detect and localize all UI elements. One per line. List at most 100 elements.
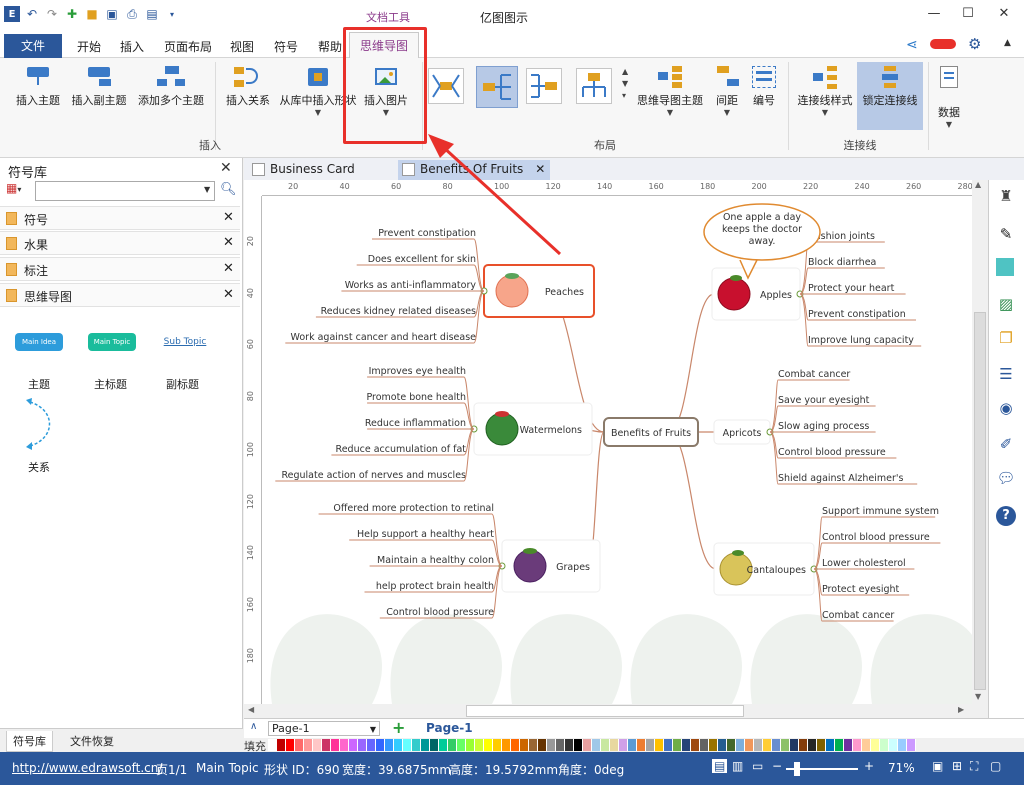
maximize-icon[interactable]: ☐ bbox=[958, 6, 978, 24]
fit-page-icon[interactable]: ▣ bbox=[932, 759, 943, 773]
palette-swatch[interactable] bbox=[781, 739, 790, 751]
palette-swatch[interactable] bbox=[574, 739, 583, 751]
palette-swatch[interactable] bbox=[889, 739, 898, 751]
palette-swatch[interactable] bbox=[646, 739, 655, 751]
layout-option-2[interactable] bbox=[476, 66, 518, 108]
doc-tab-business-card[interactable]: Business Card 16✕ bbox=[248, 160, 394, 195]
palette-swatch[interactable] bbox=[511, 739, 520, 751]
scroll-down-icon[interactable]: ▼ bbox=[975, 692, 981, 701]
chevron-down-icon[interactable]: ▼ bbox=[708, 108, 746, 117]
palette-swatch[interactable] bbox=[412, 739, 421, 751]
palette-swatch[interactable] bbox=[268, 739, 277, 751]
share-icon[interactable]: ⋖ bbox=[906, 37, 918, 53]
new-file-icon[interactable]: ✚ bbox=[64, 6, 80, 22]
palette-swatch[interactable] bbox=[673, 739, 682, 751]
layout-option-3[interactable] bbox=[526, 68, 562, 104]
library-item-symbols[interactable]: 符号 ✕ bbox=[0, 206, 240, 230]
mindmap-theme-button[interactable]: 思维导图主题 ▼ bbox=[634, 64, 706, 117]
palette-swatch[interactable] bbox=[430, 739, 439, 751]
palette-swatch[interactable] bbox=[754, 739, 763, 751]
insert-relation-button[interactable]: 插入关系 bbox=[222, 64, 274, 108]
palette-swatch[interactable] bbox=[700, 739, 709, 751]
layout-scroll-icon[interactable]: ▲ ▼ ▾ bbox=[622, 66, 628, 102]
collapse-ribbon-icon[interactable]: ▲ bbox=[1004, 38, 1011, 48]
close-icon[interactable]: ✕ bbox=[223, 235, 234, 250]
layout-option-1[interactable] bbox=[428, 68, 464, 104]
tab-file[interactable]: 文件 bbox=[4, 34, 62, 58]
layout-option-4[interactable] bbox=[576, 68, 612, 104]
palette-swatch[interactable] bbox=[484, 739, 493, 751]
palette-swatch[interactable] bbox=[844, 739, 853, 751]
palette-swatch[interactable] bbox=[790, 739, 799, 751]
relation-shape[interactable] bbox=[22, 396, 58, 452]
tab-view[interactable]: 视图 bbox=[230, 38, 254, 55]
palette-swatch[interactable] bbox=[655, 739, 664, 751]
zoom-slider-handle[interactable] bbox=[794, 762, 800, 776]
close-icon[interactable]: ✕ bbox=[223, 210, 234, 225]
page-list-icon[interactable]: ☰ bbox=[996, 364, 1016, 384]
palette-swatch[interactable] bbox=[520, 739, 529, 751]
palette-swatch[interactable] bbox=[493, 739, 502, 751]
palette-swatch[interactable] bbox=[610, 739, 619, 751]
palette-swatch[interactable] bbox=[691, 739, 700, 751]
palette-swatch[interactable] bbox=[466, 739, 475, 751]
zoom-out-icon[interactable]: − bbox=[772, 759, 782, 773]
drawing-canvas[interactable]: Benefits of Fruits Peaches Prevent constip… bbox=[262, 196, 972, 704]
palette-swatch[interactable] bbox=[718, 739, 727, 751]
palette-swatch[interactable] bbox=[835, 739, 844, 751]
scroll-up-icon[interactable]: ▲ bbox=[975, 180, 981, 189]
help-icon[interactable]: ? bbox=[996, 506, 1016, 526]
format-painter-icon[interactable]: ♜ bbox=[996, 186, 1016, 206]
numbering-button[interactable]: 编号 bbox=[748, 64, 780, 108]
close-icon[interactable]: ✕ bbox=[223, 261, 234, 276]
vertical-scroll-thumb[interactable] bbox=[974, 312, 986, 690]
palette-swatch[interactable] bbox=[295, 739, 304, 751]
palette-swatch[interactable] bbox=[547, 739, 556, 751]
close-icon[interactable]: ✕ bbox=[994, 6, 1014, 24]
data-button[interactable]: 数据 ▼ bbox=[934, 66, 964, 129]
add-multiple-topics-button[interactable]: 添加多个主题 bbox=[134, 64, 208, 108]
close-icon[interactable]: ✕ bbox=[223, 287, 234, 302]
palette-swatch[interactable] bbox=[565, 739, 574, 751]
palette-swatch[interactable] bbox=[457, 739, 466, 751]
library-item-callouts[interactable]: 标注 ✕ bbox=[0, 257, 240, 281]
shape-main-topic[interactable]: Main Topic bbox=[88, 333, 136, 351]
settings-icon[interactable]: ⚙ bbox=[968, 35, 981, 53]
customize-icon[interactable]: ▾ bbox=[164, 6, 180, 22]
palette-swatch[interactable] bbox=[556, 739, 565, 751]
connector-style-button[interactable]: 连接线样式 ▼ bbox=[794, 64, 856, 117]
chevron-down-icon[interactable]: ▼ bbox=[934, 120, 964, 129]
palette-swatch[interactable] bbox=[448, 739, 457, 751]
palette-swatch[interactable] bbox=[682, 739, 691, 751]
page-tab[interactable]: Page-1 bbox=[426, 721, 473, 735]
palette-swatch[interactable] bbox=[745, 739, 754, 751]
palette-swatch[interactable] bbox=[664, 739, 673, 751]
palette-swatch[interactable] bbox=[709, 739, 718, 751]
shape-main-idea[interactable]: Main Idea bbox=[15, 333, 63, 351]
palette-swatch[interactable] bbox=[826, 739, 835, 751]
palette-swatch[interactable] bbox=[808, 739, 817, 751]
palette-swatch[interactable] bbox=[763, 739, 772, 751]
lock-connector-button[interactable]: 锁定连接线 bbox=[857, 62, 923, 130]
normal-view-icon[interactable]: ▤ bbox=[712, 759, 728, 773]
palette-swatch[interactable] bbox=[799, 739, 808, 751]
save-icon[interactable]: ▣ bbox=[104, 6, 120, 22]
tab-help[interactable]: 帮助 bbox=[318, 38, 342, 55]
tab-symbols[interactable]: 符号 bbox=[274, 38, 298, 55]
palette-swatch[interactable] bbox=[340, 739, 349, 751]
globe-icon[interactable]: ◉ bbox=[996, 398, 1016, 418]
library-item-mindmap[interactable]: 思维导图 ✕ bbox=[0, 283, 240, 307]
palette-swatch[interactable] bbox=[313, 739, 322, 751]
minimize-icon[interactable]: — bbox=[924, 6, 944, 24]
palette-swatch[interactable] bbox=[871, 739, 880, 751]
palette-swatch[interactable] bbox=[394, 739, 403, 751]
presentation-icon[interactable]: ▢ bbox=[990, 759, 1001, 773]
app-logo-icon[interactable]: E bbox=[4, 6, 20, 22]
palette-swatch[interactable] bbox=[538, 739, 547, 751]
full-screen-icon[interactable]: ⛶ bbox=[970, 759, 978, 774]
website-link[interactable]: http://www.edrawsoft.cn/ bbox=[12, 761, 162, 775]
chevron-down-icon[interactable]: ▼ bbox=[204, 185, 210, 194]
palette-swatch[interactable] bbox=[421, 739, 430, 751]
library-item-fruits[interactable]: 水果 ✕ bbox=[0, 231, 240, 255]
fit-view-icon[interactable]: ▭ bbox=[752, 759, 763, 773]
